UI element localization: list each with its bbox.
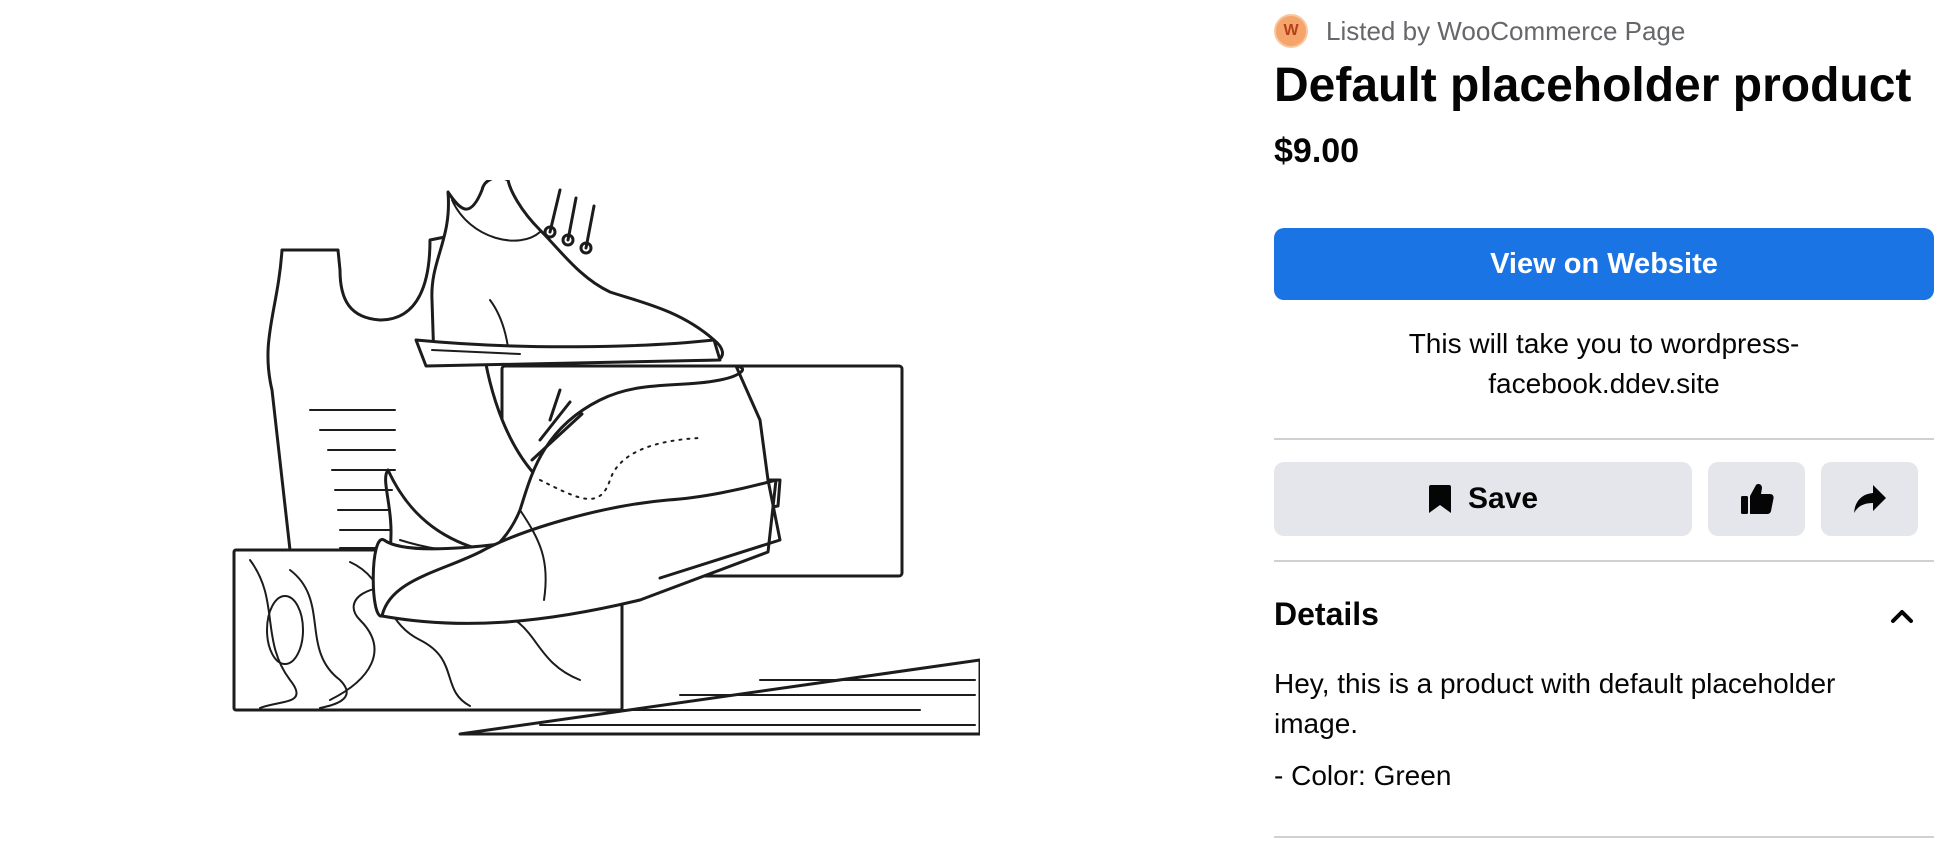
product-title: Default placeholder product: [1274, 59, 1912, 112]
product-price: $9.00: [1274, 132, 1360, 170]
thumbs-up-icon: [1740, 484, 1774, 514]
divider: [1274, 438, 1934, 440]
product-image-panel: [0, 0, 1200, 854]
view-on-website-button[interactable]: View on Website: [1274, 228, 1934, 300]
share-arrow-icon: [1853, 485, 1886, 513]
details-toggle[interactable]: [1886, 600, 1918, 632]
like-button[interactable]: [1708, 462, 1805, 536]
divider: [1274, 836, 1934, 838]
seller-avatar[interactable]: W: [1274, 14, 1308, 48]
save-button[interactable]: Save: [1274, 462, 1692, 536]
divider: [1274, 560, 1934, 562]
redirect-note: This will take you to wordpress-facebook…: [1408, 328, 1800, 399]
product-info-panel: W Listed by WooCommerce Page Default pla…: [1274, 0, 1934, 854]
bookmark-icon: [1428, 485, 1451, 513]
seller-row[interactable]: W Listed by WooCommerce Page: [1274, 14, 1685, 48]
listed-by-text: Listed by WooCommerce Page: [1326, 15, 1686, 46]
save-label: Save: [1467, 482, 1539, 515]
product-attribute-color: - Color: Green: [1274, 760, 1452, 791]
product-description: Hey, this is a product with default plac…: [1274, 668, 1836, 739]
product-image: [232, 180, 980, 736]
details-heading: Details: [1274, 596, 1379, 632]
chevron-up-icon: [1891, 610, 1913, 623]
share-button[interactable]: [1821, 462, 1918, 536]
